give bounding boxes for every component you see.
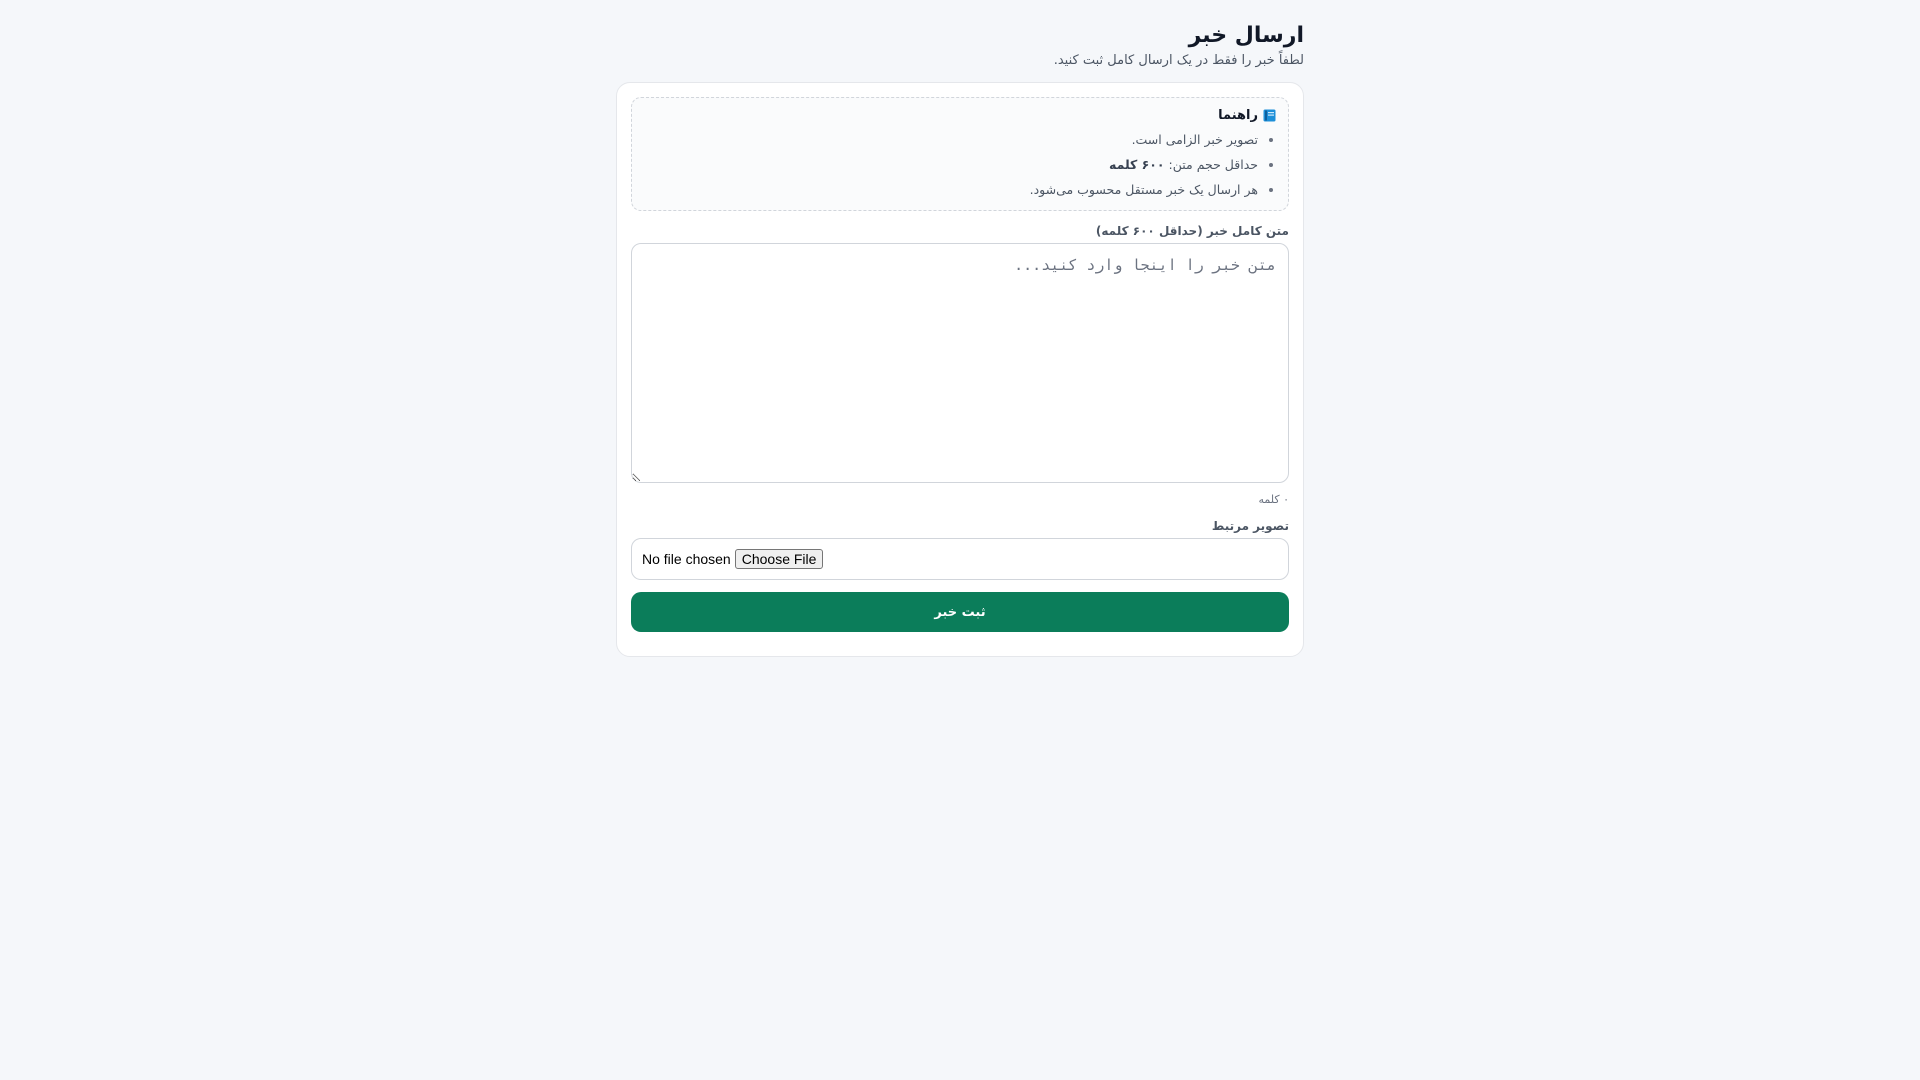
submit-news-button[interactable]: ثبت خبر [631,592,1289,632]
guide-item-image-required: تصویر خبر الزامی است. [644,127,1258,152]
image-file-input[interactable]: Choose File No file chosen [631,538,1289,580]
guide-item-emphasis: ۶۰۰ کلمه [1108,157,1165,172]
blue-book-icon [1263,109,1276,122]
guide-item-text: حداقل حجم متن: [1164,157,1258,172]
page-title: ارسال خبر [1188,23,1304,48]
news-form-card: راهنما تصویر خبر الزامی است. حداقل حجم م… [616,82,1304,657]
guide-item-text: تصویر خبر الزامی است. [1131,132,1258,147]
page: ارسال خبر لطفاً خبر را فقط در یک ارسال ک… [616,22,1304,657]
guide-item-min-words: حداقل حجم متن: ۶۰۰ کلمه [644,152,1258,177]
guide-item-text: هر ارسال یک خبر مستقل محسوب می‌شود. [1029,182,1258,197]
page-subtitle: لطفاً خبر را فقط در یک ارسال کامل ثبت کن… [1053,53,1304,68]
guide-header: راهنما [644,108,1276,123]
image-label: تصویر مرتبط [1211,519,1289,533]
choose-file-button[interactable]: Choose File [734,549,824,569]
word-count: ۰ کلمه [1258,493,1289,506]
file-status: No file chosen [642,551,731,567]
guide-list: تصویر خبر الزامی است. حداقل حجم متن: ۶۰۰… [644,127,1276,202]
guide-item-independent: هر ارسال یک خبر مستقل محسوب می‌شود. [644,177,1258,202]
guide-box: راهنما تصویر خبر الزامی است. حداقل حجم م… [631,97,1289,211]
news-text-label: متن کامل خبر (حداقل ۶۰۰ کلمه) [1095,224,1289,238]
guide-title: راهنما [1218,108,1258,123]
news-text-input[interactable] [631,243,1289,483]
